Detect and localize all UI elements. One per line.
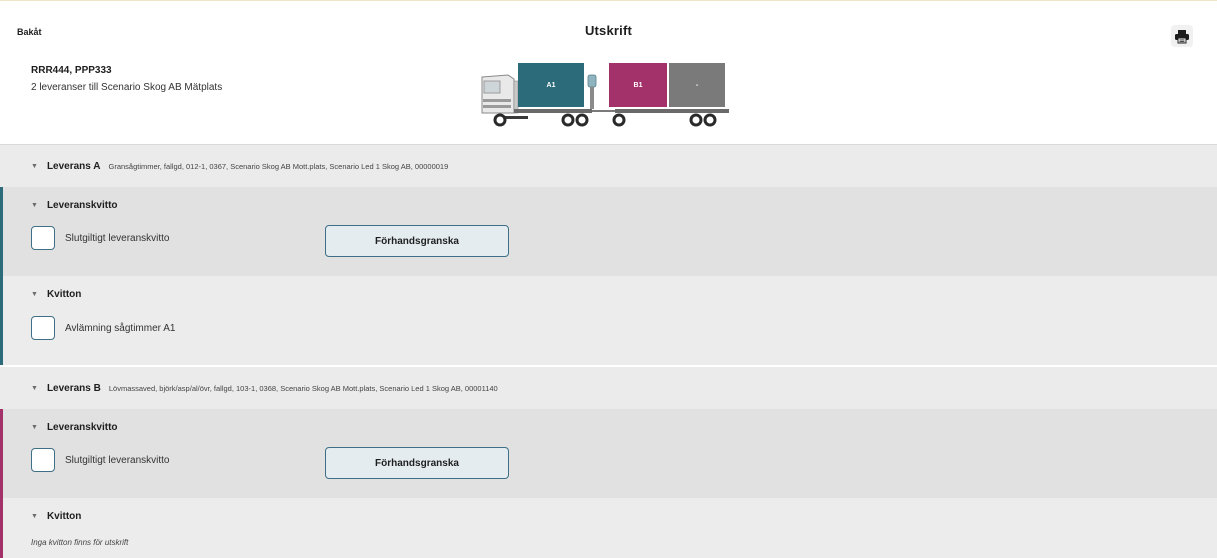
delivery-a-final-receipt-checkbox[interactable]: [31, 226, 55, 250]
delivery-a-description: Gransågtimmer, fallgd, 012-1, 0367, Scen…: [108, 162, 449, 171]
delivery-a-receipt-title: Leveranskvitto: [46, 200, 118, 211]
delivery-b-description: Lövmassaved, björk/asp/al/övr, fallgd, 1…: [108, 384, 498, 393]
delivery-a-preview-button[interactable]: Förhandsgranska: [325, 225, 509, 257]
delivery-a-kvitton-title: Kvitton: [46, 289, 82, 300]
collapse-triangle-icon[interactable]: ▼: [31, 513, 38, 520]
no-receipts-message: Inga kvitton finns för utskrift: [31, 538, 129, 547]
delivery-b-receipt-header[interactable]: ▼ Leveranskvitto: [31, 422, 118, 433]
delivery-b-final-receipt-checkbox[interactable]: [31, 448, 55, 472]
delivery-a-kvitto-checkbox[interactable]: [31, 316, 55, 340]
delivery-b-header[interactable]: ▼ Leverans B Lövmassaved, björk/asp/al/ö…: [0, 367, 1217, 409]
delivery-a-kvitton-panel: ▼ Kvitton Avlämning sågtimmer A1: [3, 276, 1217, 365]
delivery-a-final-receipt-label: Slutgiltigt leveranskvitto: [65, 232, 170, 244]
delivery-a-kvitto-label: Avlämning sågtimmer A1: [65, 322, 176, 334]
delivery-summary: 2 leveranser till Scenario Skog AB Mätpl…: [31, 82, 223, 93]
delivery-b-section: ▼ Leverans B Lövmassaved, björk/asp/al/ö…: [0, 367, 1217, 558]
collapse-triangle-icon[interactable]: ▼: [31, 291, 38, 298]
delivery-a-receipt-panel: ▼ Leveranskvitto Slutgiltigt leveranskvi…: [3, 187, 1217, 276]
delivery-a-title: Leverans A: [46, 161, 101, 172]
delivery-b-kvitton-header[interactable]: ▼ Kvitton: [31, 511, 81, 522]
delivery-b-kvitton-panel: ▼ Kvitton: [3, 498, 1217, 558]
delivery-a-header[interactable]: ▼ Leverans A Gransågtimmer, fallgd, 012-…: [0, 145, 1217, 187]
delivery-a-kvitto-row: Avlämning sågtimmer A1: [31, 316, 175, 340]
delivery-b-final-receipt-label: Slutgiltigt leveranskvitto: [65, 454, 170, 466]
delivery-b-final-receipt-row: Slutgiltigt leveranskvitto: [31, 448, 170, 472]
delivery-b-title: Leverans B: [46, 383, 101, 394]
container-a1: A1: [518, 63, 584, 107]
container-a1-label: A1: [547, 82, 556, 89]
container-empty: -: [669, 63, 725, 107]
collapse-triangle-icon[interactable]: ▼: [31, 385, 38, 392]
collapse-triangle-icon[interactable]: ▼: [31, 202, 38, 209]
crane-icon: [587, 74, 597, 109]
delivery-b-preview-button[interactable]: Förhandsgranska: [325, 447, 509, 479]
page-header: Bakåt Utskrift RRR444, PPP333 2 leverans…: [0, 1, 1217, 145]
truck-illustration: A1 B1 -: [481, 63, 729, 127]
truck-cab-icon: [481, 74, 519, 114]
print-button[interactable]: [1171, 25, 1193, 47]
delivery-a-kvitton-header[interactable]: ▼ Kvitton: [31, 289, 81, 300]
collapse-triangle-icon[interactable]: ▼: [31, 163, 38, 170]
container-b1-label: B1: [634, 82, 643, 89]
collapse-triangle-icon[interactable]: ▼: [31, 424, 38, 431]
delivery-a-section: ▼ Leverans A Gransågtimmer, fallgd, 012-…: [0, 145, 1217, 365]
printer-icon: [1175, 29, 1189, 43]
delivery-b-kvitton-title: Kvitton: [46, 511, 82, 522]
delivery-b-receipt-title: Leveranskvitto: [46, 422, 118, 433]
vehicle-ids: RRR444, PPP333: [31, 65, 112, 76]
delivery-a-receipt-header[interactable]: ▼ Leveranskvitto: [31, 200, 118, 211]
container-b1: B1: [609, 63, 667, 107]
page-title: Utskrift: [584, 23, 633, 38]
delivery-a-final-receipt-row: Slutgiltigt leveranskvitto: [31, 226, 170, 250]
delivery-b-receipt-panel: ▼ Leveranskvitto Slutgiltigt leveranskvi…: [3, 409, 1217, 498]
